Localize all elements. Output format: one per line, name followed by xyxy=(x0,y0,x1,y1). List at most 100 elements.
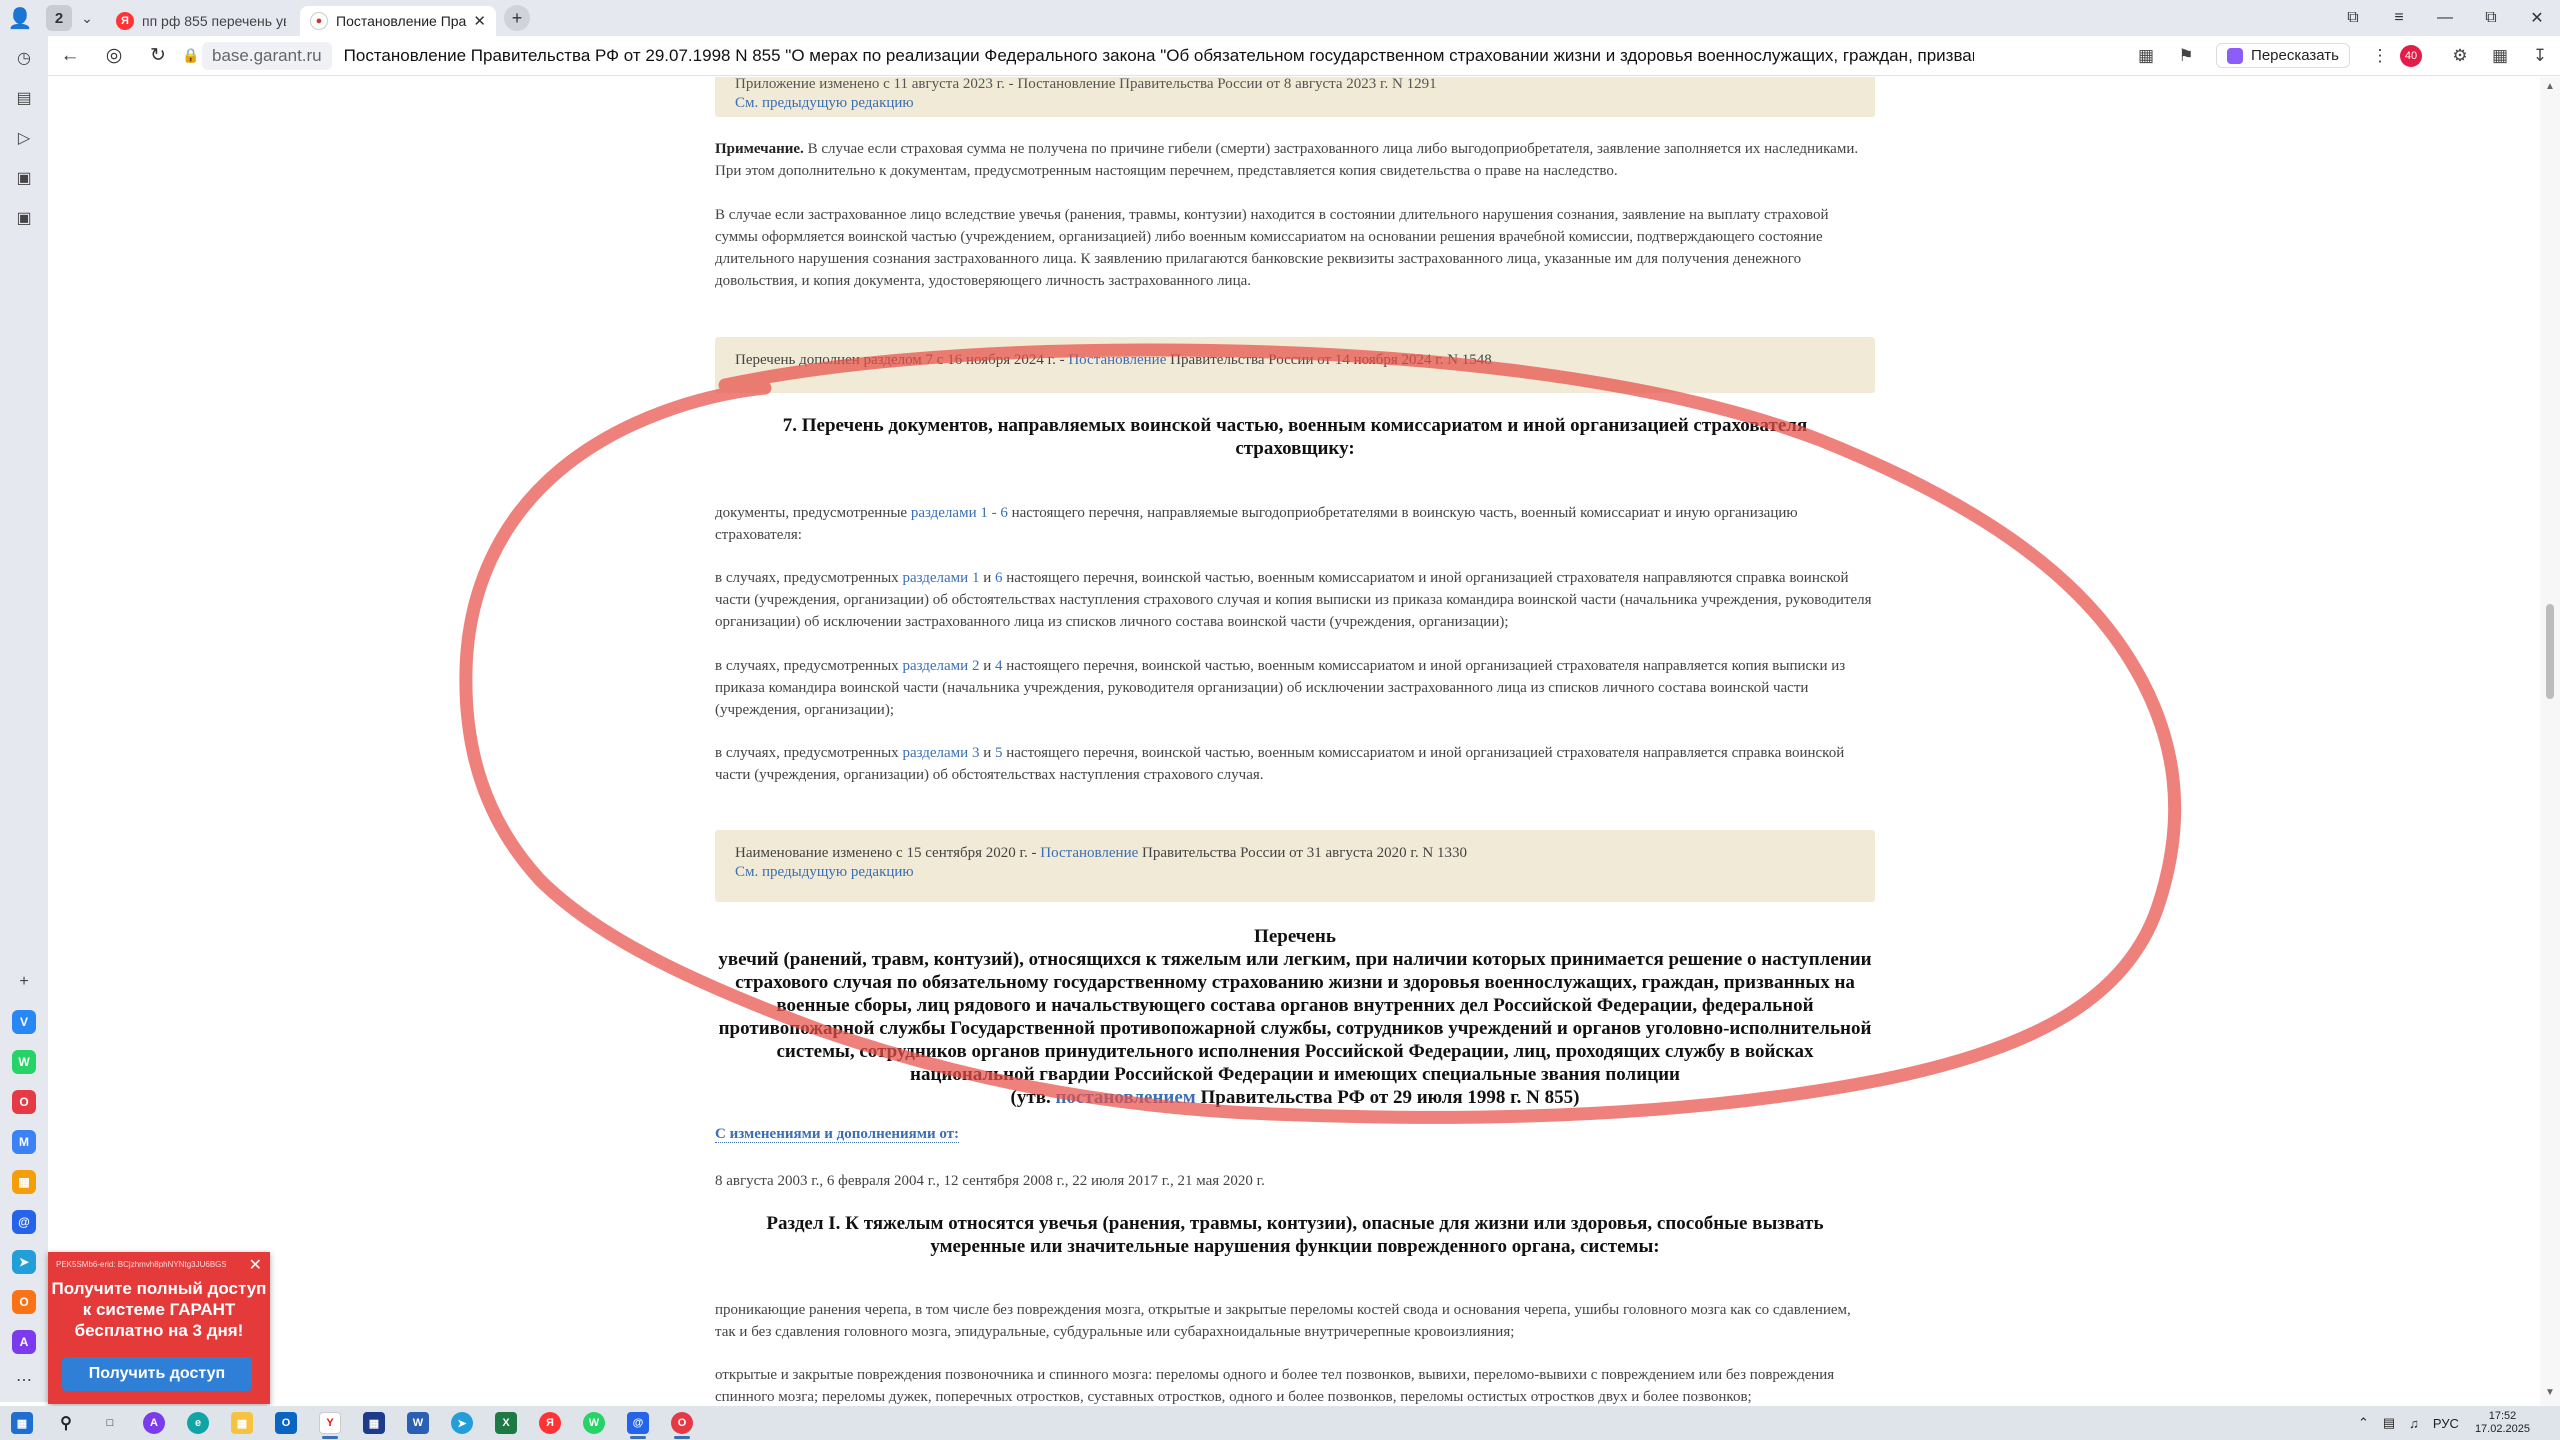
more-icon[interactable]: ⋮ xyxy=(2360,46,2400,66)
tab-search[interactable]: Я пп рф 855 перечень увечий xyxy=(106,6,296,36)
messenger-icon[interactable]: M xyxy=(12,1130,36,1154)
previous-version-link[interactable]: См. предыдущую редакцию xyxy=(735,94,1855,113)
scroll-down-icon[interactable]: ▼ xyxy=(2545,1387,2555,1398)
whatsapp-icon[interactable]: W xyxy=(12,1050,36,1074)
task-view-button[interactable]: □ xyxy=(88,1406,132,1440)
taskbar-explorer[interactable]: ▦ xyxy=(220,1406,264,1440)
extension-badge[interactable]: 40 xyxy=(2400,44,2440,67)
clock-time: 17:52 xyxy=(2488,1410,2517,1422)
list-title-body: увечий (ранений, травм, контузий), относ… xyxy=(718,949,1872,1085)
mail-icon[interactable]: @ xyxy=(12,1210,36,1234)
back-icon[interactable]: ← xyxy=(48,45,92,67)
note-label: Примечание. xyxy=(715,141,804,157)
reload-icon[interactable]: ↻ xyxy=(136,44,180,67)
folder-icon: ▦ xyxy=(231,1412,253,1434)
ok-icon[interactable]: O xyxy=(12,1290,36,1314)
resolution-link[interactable]: постановлением xyxy=(1055,1087,1195,1108)
text: в случаях, предусмотренных xyxy=(715,570,903,586)
taskbar-whatsapp[interactable]: W xyxy=(572,1406,616,1440)
section7-title: 7. Перечень документов, направляемых вои… xyxy=(782,415,1808,459)
chevron-up-icon[interactable]: ⌃ xyxy=(2358,1415,2369,1431)
services-icon[interactable]: ▦ xyxy=(12,1170,36,1194)
play-icon[interactable]: ▷ xyxy=(10,124,38,152)
sections-1-6-link[interactable]: разделами 1 - 6 xyxy=(911,505,1008,521)
more-apps-icon[interactable]: ⋯ xyxy=(10,1366,38,1394)
resolution-link[interactable]: Постановление xyxy=(1068,352,1166,368)
add-app-icon[interactable]: + xyxy=(10,968,38,996)
collections-icon[interactable]: ⧉ xyxy=(2330,9,2376,27)
taskbar-yandex[interactable]: Я xyxy=(528,1406,572,1440)
language-indicator[interactable]: РУС xyxy=(2433,1416,2459,1431)
download-icon[interactable]: ↧ xyxy=(2520,46,2560,66)
network-icon[interactable]: ▤ xyxy=(2383,1415,2395,1431)
task-view-icon: □ xyxy=(106,1417,114,1429)
retell-button[interactable]: Пересказать xyxy=(2216,43,2350,68)
taskbar-app-blue[interactable]: ▦ xyxy=(352,1406,396,1440)
section7-paragraph-3: в случаях, предусмотренных разделами 2 и… xyxy=(715,655,1875,721)
changes-link[interactable]: С изменениями и дополнениями от: xyxy=(715,1126,960,1143)
tab-count-button[interactable]: 2 xyxy=(46,5,72,31)
taskbar-edge[interactable]: e xyxy=(176,1406,220,1440)
translate-icon[interactable]: ▦ xyxy=(2480,46,2520,66)
tab-label: Постановление Правительства РФ от 29.07.… xyxy=(336,13,467,29)
vertical-scrollbar[interactable]: ▲ ▼ xyxy=(2540,77,2560,1406)
close-tab-icon[interactable]: ✕ xyxy=(473,12,486,30)
section-3-link[interactable]: разделами 3 xyxy=(902,745,979,761)
close-icon[interactable]: ✕ xyxy=(249,1255,262,1275)
minimize-icon[interactable]: — xyxy=(2422,9,2468,27)
yandex-browser-icon: Y xyxy=(319,1412,341,1434)
windows-taskbar: ▦ ⚲ □ A e ▦ O Y ▦ W ➤ X Я W @ O ⌃ ▤ ♫ РУ… xyxy=(0,1406,2560,1440)
taskbar-yandex-browser[interactable]: Y xyxy=(308,1406,352,1440)
taskbar-telegram[interactable]: ➤ xyxy=(440,1406,484,1440)
scrollbar-thumb[interactable] xyxy=(2546,604,2554,699)
scroll-up-icon[interactable]: ▲ xyxy=(2545,81,2555,92)
note-text: В случае если страховая сумма не получен… xyxy=(715,141,1859,179)
changes-dates: 8 августа 2003 г., 6 февраля 2004 г., 12… xyxy=(715,1173,1265,1189)
extensions-icon[interactable]: ⚙ xyxy=(2440,46,2480,66)
restore-icon[interactable]: ⧉ xyxy=(2468,9,2514,27)
profile-icon[interactable]: 👤 xyxy=(0,0,40,36)
protect-icon[interactable]: ◎ xyxy=(92,44,136,67)
taskbar-alice[interactable]: A xyxy=(132,1406,176,1440)
resolution-link[interactable]: Постановление xyxy=(1040,845,1138,861)
get-access-button[interactable]: Получить доступ xyxy=(62,1357,252,1391)
history-icon[interactable]: ◷ xyxy=(10,44,38,72)
search-button[interactable]: ⚲ xyxy=(44,1406,88,1440)
word-icon: W xyxy=(407,1412,429,1434)
section7-paragraph-1: документы, предусмотренные разделами 1 -… xyxy=(715,502,1875,546)
chevron-down-icon[interactable]: ⌄ xyxy=(72,10,102,27)
app-red-icon[interactable]: O xyxy=(12,1090,36,1114)
notes-icon[interactable]: ▤ xyxy=(10,84,38,112)
taskbar-mail[interactable]: @ xyxy=(616,1406,660,1440)
clock[interactable]: 17:52 17.02.2025 xyxy=(2475,1410,2530,1436)
alice-icon[interactable]: A xyxy=(12,1330,36,1354)
previous-version-link[interactable]: См. предыдущую редакцию xyxy=(735,863,1855,882)
yandex-icon: Я xyxy=(539,1412,561,1434)
taskbar-outlook[interactable]: O xyxy=(264,1406,308,1440)
document-page: Приложение изменено с 11 августа 2023 г.… xyxy=(48,77,2540,1406)
menu-icon[interactable]: ≡ xyxy=(2376,9,2422,27)
title-changed-note: Наименование изменено с 15 сентября 2020… xyxy=(715,830,1875,902)
volume-icon[interactable]: ♫ xyxy=(2409,1416,2419,1431)
taskbar-excel[interactable]: X xyxy=(484,1406,528,1440)
tab-document[interactable]: ● Постановление Правительства РФ от 29.0… xyxy=(300,6,496,36)
vk-icon[interactable]: V xyxy=(12,1010,36,1034)
start-button[interactable]: ▦ xyxy=(0,1406,44,1440)
taskbar-word[interactable]: W xyxy=(396,1406,440,1440)
reader-icon[interactable]: ▦ xyxy=(2126,46,2166,66)
section-2-link[interactable]: разделами 2 xyxy=(902,658,979,674)
telegram-icon[interactable]: ➤ xyxy=(12,1250,36,1274)
bookmark-icon[interactable]: ⚑ xyxy=(2166,46,2206,66)
section1-paragraph-1: проникающие ранения черепа, в том числе … xyxy=(715,1302,1851,1340)
url-domain[interactable]: base.garant.ru xyxy=(202,41,332,70)
close-window-icon[interactable]: ✕ xyxy=(2514,8,2560,28)
text: в случаях, предусмотренных xyxy=(715,658,903,674)
taskbar-app-red[interactable]: O xyxy=(660,1406,704,1440)
new-tab-button[interactable]: + xyxy=(504,5,530,31)
url-page-title[interactable]: Постановление Правительства РФ от 29.07.… xyxy=(344,46,1974,66)
section-1-link[interactable]: разделами 1 xyxy=(902,570,979,586)
lock-icon[interactable]: 🔒 xyxy=(180,47,202,64)
screenshot-icon[interactable]: ▣ xyxy=(10,204,38,232)
badge-count: 40 xyxy=(2400,44,2422,67)
news-24-icon[interactable]: ▣ xyxy=(10,164,38,192)
